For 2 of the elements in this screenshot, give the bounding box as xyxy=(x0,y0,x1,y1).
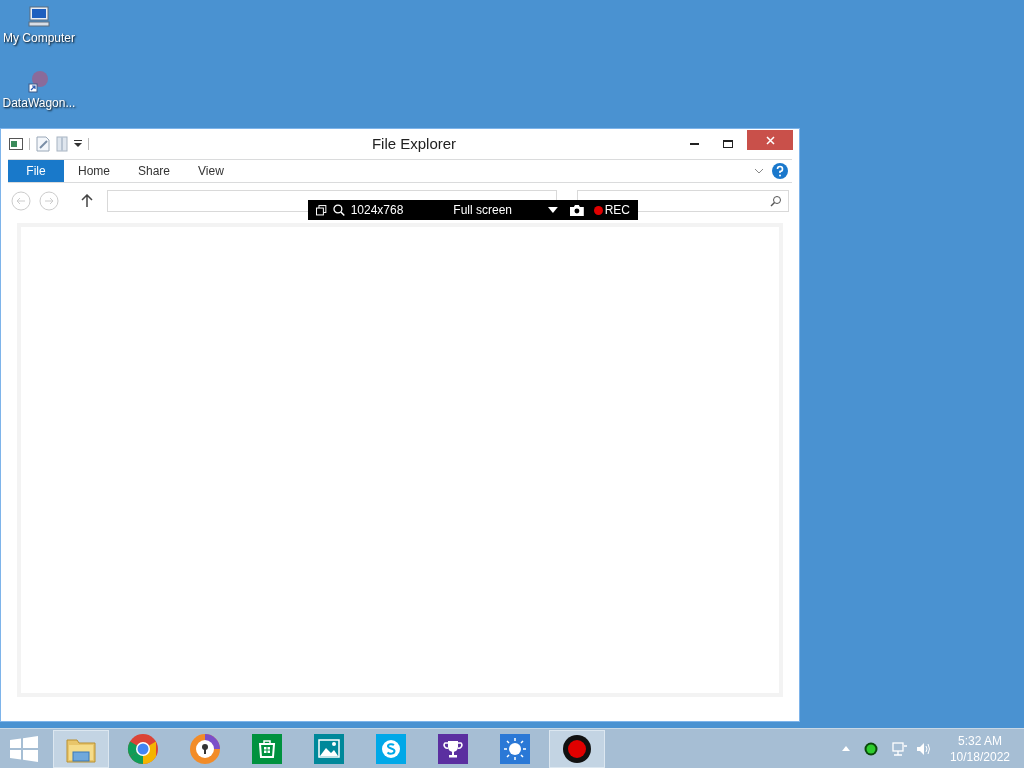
window-title: File Explorer xyxy=(370,133,458,154)
resolution-label: 1024x768 xyxy=(350,202,404,219)
